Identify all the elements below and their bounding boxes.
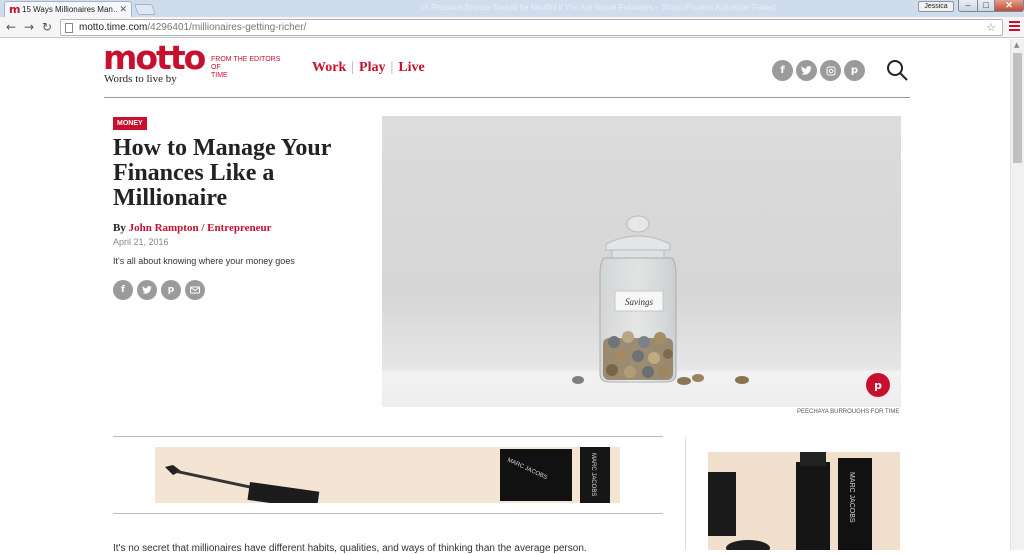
pinterest-icon[interactable]: p xyxy=(844,60,865,81)
column-divider xyxy=(685,437,686,550)
share-buttons: f p xyxy=(113,280,205,300)
new-tab-button[interactable] xyxy=(133,4,157,15)
browser-tab[interactable]: m 15 Ways Millionaires Man… ✕ xyxy=(4,1,132,17)
from-editors-label: FROM THE EDITORS OF xyxy=(211,56,281,71)
address-bar[interactable]: motto.time.com/4296401/millionaires-gett… xyxy=(60,19,1003,36)
byline-prefix: By xyxy=(113,222,129,234)
window-close-button[interactable]: ✕ xyxy=(994,0,1024,12)
browser-toolbar: ← → ↻ motto.time.com/4296401/millionaire… xyxy=(0,17,1024,38)
nav-live[interactable]: Live xyxy=(398,60,424,76)
url-path: /4296401/millionaires-getting-richer/ xyxy=(147,22,307,33)
page-scrollbar[interactable]: ▲ xyxy=(1010,39,1024,550)
coins xyxy=(603,331,673,380)
tab-title: 15 Ways Millionaires Man… xyxy=(22,5,118,14)
site-logo[interactable]: motto xyxy=(103,41,206,74)
bookmark-star-icon[interactable]: ☆ xyxy=(986,20,996,35)
savings-jar-illustration: Savings xyxy=(572,215,749,385)
facebook-icon[interactable]: f xyxy=(772,60,793,81)
nav-separator: | xyxy=(351,60,355,75)
pin-it-button[interactable]: p xyxy=(866,373,890,397)
article-dek: It's all about knowing where your money … xyxy=(113,256,295,266)
social-links: f p xyxy=(772,60,865,81)
browser-tab-strip: m 15 Ways Millionaires Man… ✕ 15 Reasons… xyxy=(0,0,1024,17)
time-attribution: FROM THE EDITORS OF TIME xyxy=(211,56,291,80)
jar-label: Savings xyxy=(625,297,653,307)
back-arrow-icon[interactable]: ← xyxy=(4,20,18,34)
header-divider xyxy=(104,97,910,98)
ad-top-rule xyxy=(113,436,663,437)
motto-favicon-icon: m xyxy=(9,2,21,16)
category-tag[interactable]: MONEY xyxy=(113,117,147,130)
article-body: It's no secret that millionaires have di… xyxy=(113,543,587,554)
instagram-icon[interactable] xyxy=(820,60,841,81)
twitter-icon[interactable] xyxy=(796,60,817,81)
pinterest-icon[interactable]: p xyxy=(161,280,181,300)
chrome-menu-icon[interactable] xyxy=(1009,21,1020,33)
reload-icon[interactable]: ↻ xyxy=(40,20,54,34)
nav-separator: | xyxy=(390,60,394,75)
url-domain: motto.time.com xyxy=(79,22,148,33)
page-icon xyxy=(65,23,73,33)
scroll-thumb[interactable] xyxy=(1013,53,1022,163)
twitter-icon[interactable] xyxy=(137,280,157,300)
scroll-up-arrow-icon[interactable]: ▲ xyxy=(1014,41,1019,49)
minimize-button[interactable]: – xyxy=(958,0,978,12)
email-icon[interactable] xyxy=(185,280,205,300)
tab-close-icon[interactable]: ✕ xyxy=(119,4,127,15)
publish-date: April 21, 2016 xyxy=(113,237,169,247)
author-link[interactable]: John Rampton / Entrepreneur xyxy=(129,222,272,234)
maximize-button[interactable]: □ xyxy=(977,0,995,12)
ad-banner[interactable]: MARC JACOBS MARC JACOBS xyxy=(155,447,620,503)
byline: By John Rampton / Entrepreneur xyxy=(113,222,272,234)
sidebar-ad-graphic: MARC JACOBS xyxy=(708,452,872,550)
sidebar-ad-brand: MARC JACOBS xyxy=(848,472,855,523)
site-tagline: Words to live by xyxy=(104,73,177,85)
mascara-ad-graphic: MARC JACOBS MARC JACOBS xyxy=(165,447,610,503)
nav-work[interactable]: Work xyxy=(312,60,346,76)
profile-button[interactable]: Jessica xyxy=(918,1,954,12)
facebook-icon[interactable]: f xyxy=(113,280,133,300)
sidebar-ad[interactable]: MARC JACOBS xyxy=(708,452,900,550)
ad-bottom-rule xyxy=(113,513,663,514)
ad-brand-text-vertical: MARC JACOBS xyxy=(590,453,596,496)
nav-play[interactable]: Play xyxy=(359,60,385,76)
forward-arrow-icon[interactable]: → xyxy=(22,20,36,34)
window-title: 15 Reasons Brands Should be Mindful if Y… xyxy=(420,3,777,12)
hero-image: Savings xyxy=(382,116,901,407)
time-label: TIME xyxy=(211,72,228,79)
article-headline: How to Manage Your Finances Like a Milli… xyxy=(113,135,331,211)
main-nav: Work | Play | Live xyxy=(312,60,425,76)
photo-credit: PEECHAYA BURROUGHS FOR TIME xyxy=(797,409,900,415)
search-icon[interactable] xyxy=(886,59,908,81)
